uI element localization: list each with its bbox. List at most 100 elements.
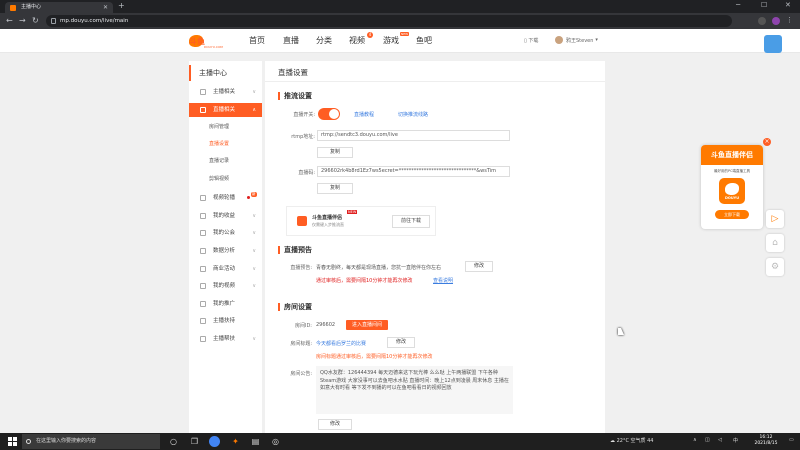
sidebar-item-income[interactable]: 我的收益 ∨ bbox=[189, 209, 262, 223]
sidebar-item-my-videos[interactable]: 我的视频 ∨ bbox=[189, 279, 262, 293]
float-download-button[interactable]: 立即下载 bbox=[715, 210, 749, 219]
sidebar-sub-live-settings[interactable]: 直播设置 bbox=[189, 137, 262, 151]
sidebar-item-streamer[interactable]: 主播相关 ∨ bbox=[189, 85, 262, 99]
edit-preview-button[interactable]: 修改 bbox=[465, 261, 493, 272]
douyu-favicon-icon bbox=[10, 5, 16, 11]
room-id-value: 296602 bbox=[316, 322, 336, 328]
sidebar-sub-room-manage[interactable]: 房间管理 bbox=[189, 120, 262, 134]
play-side-icon[interactable]: ▷ bbox=[766, 210, 784, 228]
sidebar-item-label: 主播帮扶 bbox=[213, 336, 236, 342]
room-id-label: 房间ID: bbox=[294, 323, 312, 329]
chart-icon bbox=[200, 248, 206, 254]
taskbar: 在这里输入你要搜索的内容 ○ ❐ ✦ ▤ ◎ ☁ 22°C 空气质 44 ∧ ◫… bbox=[0, 433, 800, 450]
sidebar-item-help[interactable]: 主播帮扶 ∨ bbox=[189, 332, 262, 346]
douyu-logo[interactable]: 斗鱼 DOUYU.COM bbox=[189, 33, 223, 49]
chevron-down-icon: ∨ bbox=[252, 230, 256, 236]
cortana-icon[interactable]: ○ bbox=[168, 436, 179, 447]
chrome-icon[interactable] bbox=[209, 436, 220, 447]
nav-games[interactable]: 游戏 bbox=[383, 35, 399, 46]
float-card-title: 斗鱼直播伴侣 bbox=[701, 145, 763, 165]
new-tab-icon[interactable]: + bbox=[118, 1, 125, 10]
nav-fishbar[interactable]: 鱼吧 bbox=[416, 35, 432, 46]
volume-icon[interactable]: ◁ bbox=[718, 437, 722, 443]
taskbar-search[interactable]: 在这里输入你要搜索的内容 bbox=[22, 434, 160, 449]
nav-video[interactable]: 视频 bbox=[349, 35, 365, 46]
windows-start-icon[interactable] bbox=[8, 437, 17, 446]
live-tutorial-link[interactable]: 直播教程 bbox=[354, 111, 374, 118]
app-icon-label: DOUYU bbox=[724, 196, 740, 200]
search-icon bbox=[26, 439, 31, 444]
profile-icon[interactable] bbox=[772, 17, 780, 25]
home-side-icon[interactable]: ⌂ bbox=[766, 234, 784, 252]
live-switch-toggle[interactable] bbox=[318, 108, 340, 120]
view-instructions-link[interactable]: 查看说明 bbox=[433, 277, 453, 284]
preview-text: 青春无剧终，每天都是现场直播，您抗一直陪伴在你左右 bbox=[316, 265, 442, 271]
sidebar-item-promotion[interactable]: 我的推广 bbox=[189, 297, 262, 311]
chevron-down-icon: ∨ bbox=[252, 283, 256, 289]
sidebar-item-live[interactable]: 直播相关 ∧ bbox=[189, 103, 262, 117]
sidebar-item-label: 我的推广 bbox=[213, 301, 236, 307]
sidebar-item-support[interactable]: 主播扶持 bbox=[189, 314, 262, 328]
play-icon bbox=[200, 283, 206, 289]
forward-icon[interactable]: → bbox=[19, 16, 26, 25]
close-tab-icon[interactable]: ✕ bbox=[103, 2, 108, 13]
notification-icon[interactable]: ▭ bbox=[789, 437, 794, 443]
close-float-icon[interactable]: × bbox=[763, 138, 771, 146]
minimize-icon[interactable]: ─ bbox=[736, 1, 740, 9]
extension-icon[interactable] bbox=[758, 17, 766, 25]
edit-title-button[interactable]: 修改 bbox=[387, 337, 415, 348]
chevron-down-icon: ∨ bbox=[252, 248, 256, 254]
enter-room-button[interactable]: 进入直播间间 bbox=[346, 320, 388, 330]
task-view-icon[interactable]: ❐ bbox=[189, 436, 200, 447]
sidebar-item-label: 直播相关 bbox=[213, 107, 236, 113]
clock[interactable]: 16:12 2021/8/15 bbox=[748, 435, 784, 447]
network-icon[interactable]: ◫ bbox=[705, 437, 710, 443]
sidebar-sub-live-records[interactable]: 直播记录 bbox=[189, 154, 262, 168]
nav-home[interactable]: 首页 bbox=[249, 35, 265, 46]
nav-category[interactable]: 分类 bbox=[316, 35, 332, 46]
sidebar-sub-clips[interactable]: 剪辑视频 bbox=[189, 172, 262, 186]
section-live-preview: 直播预告 bbox=[278, 246, 312, 254]
close-window-icon[interactable]: ✕ bbox=[785, 1, 791, 9]
settings-side-icon[interactable]: ⚙ bbox=[766, 258, 784, 276]
logo-text: 斗鱼 bbox=[189, 36, 205, 46]
reload-icon[interactable]: ↻ bbox=[32, 16, 39, 25]
new-tag: 新 bbox=[251, 192, 257, 197]
rtmp-address-field[interactable]: rtmp://sendtc3.douyu.com/live bbox=[317, 130, 510, 141]
copy-rtmp-button[interactable]: 复制 bbox=[317, 147, 353, 158]
tray-expand-icon[interactable]: ∧ bbox=[693, 437, 697, 443]
sidebar-item-label: 我的收益 bbox=[213, 213, 236, 219]
maximize-icon[interactable]: ☐ bbox=[761, 1, 767, 9]
companion-app-icon bbox=[297, 216, 307, 226]
lock-icon bbox=[51, 18, 56, 24]
download-label: 下载 bbox=[528, 38, 539, 44]
douyu-app-icon[interactable]: ✦ bbox=[230, 436, 241, 447]
download-link[interactable]: ▯ 下载 bbox=[524, 37, 538, 44]
back-icon[interactable]: ← bbox=[6, 16, 13, 25]
clock-date: 2021/8/15 bbox=[754, 441, 778, 446]
nav-live[interactable]: 直播 bbox=[283, 35, 299, 46]
sidebar-item-business[interactable]: 商业活动 ∨ bbox=[189, 262, 262, 276]
stream-code-field[interactable]: 296602rk4b8rd1Ez7ws5ecret=**************… bbox=[317, 166, 510, 177]
sidebar-item-analytics[interactable]: 数据分析 ∨ bbox=[189, 244, 262, 258]
copy-code-button[interactable]: 复制 bbox=[317, 183, 353, 194]
edit-notice-button[interactable]: 修改 bbox=[318, 419, 352, 430]
companion-promo-card: 斗鱼直播伴侣 NEW 仅需键入步推流直 前往下载 bbox=[286, 206, 436, 236]
chevron-down-icon: ∨ bbox=[252, 266, 256, 272]
avatar bbox=[555, 36, 563, 44]
live-icon bbox=[200, 107, 206, 113]
user-menu[interactable]: 鸦王Steven ▾ bbox=[555, 36, 598, 44]
browser-tab-bar: 主播中心 ✕ + ─ ☐ ✕ bbox=[0, 0, 800, 13]
switch-line-link[interactable]: 切换推流线路 bbox=[398, 111, 428, 118]
douyu-bird-icon[interactable] bbox=[764, 35, 782, 53]
browser-tab[interactable]: 主播中心 ✕ bbox=[5, 2, 113, 13]
promo-new-badge: NEW bbox=[347, 210, 358, 214]
file-explorer-icon[interactable]: ▤ bbox=[250, 436, 261, 447]
promo-download-button[interactable]: 前往下载 bbox=[392, 215, 430, 228]
address-bar[interactable]: mp.douyu.com/live/main bbox=[46, 15, 732, 27]
sidebar-item-guild[interactable]: 我的公会 ∨ bbox=[189, 226, 262, 240]
ime-indicator[interactable]: 中 bbox=[733, 437, 738, 444]
app-icon[interactable]: ◎ bbox=[270, 436, 281, 447]
weather-info[interactable]: ☁ 22°C 空气质 44 bbox=[610, 437, 654, 444]
menu-icon[interactable]: ⋮ bbox=[786, 16, 793, 24]
